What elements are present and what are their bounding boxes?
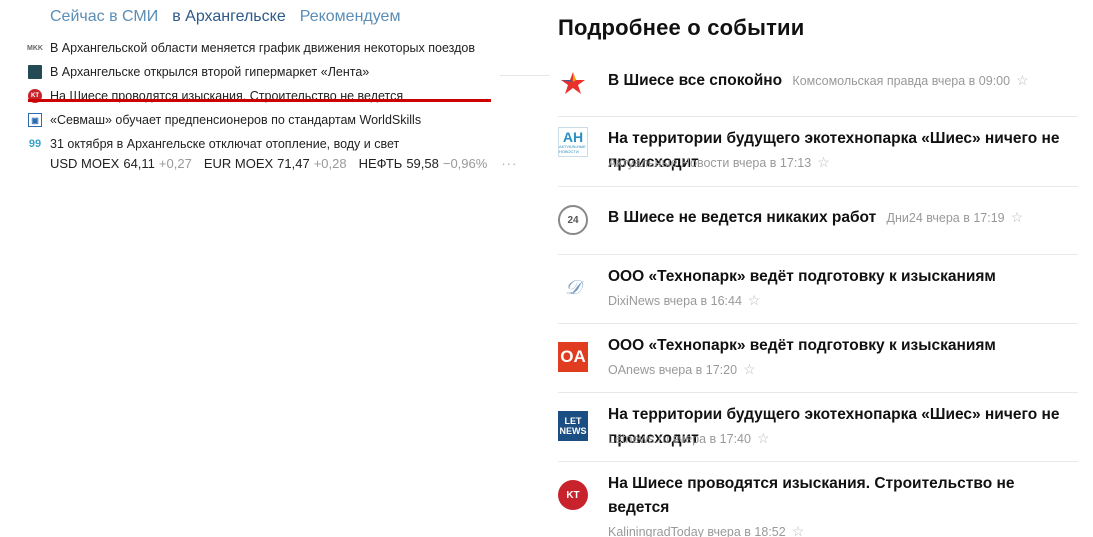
source-logo-icon: MKK [27, 44, 43, 52]
story-headline[interactable]: ООО «Технопарк» ведёт подготовку к изыск… [608, 334, 1078, 358]
star-icon[interactable]: ☆ [1016, 72, 1029, 88]
story-meta: KaliningradToday вчера в 18:52 ☆ [608, 523, 805, 537]
story-item[interactable]: OA ООО «Технопарк» ведёт подготовку к из… [558, 334, 1078, 381]
star-icon[interactable]: ☆ [748, 292, 761, 308]
oanews-logo-icon: OA [558, 342, 588, 372]
divider [558, 186, 1078, 187]
news-item[interactable]: KT На Шиесе проводятся изыскания. Строит… [28, 84, 508, 108]
news-item[interactable]: В Архангельске открылся второй гипермарк… [28, 60, 508, 84]
story-headline[interactable]: В Шиесе не ведется никаких работ Дни24 в… [608, 205, 1078, 230]
news-tabs: Сейчас в СМИ в Архангельске Рекомендуем [50, 8, 400, 26]
more-quotes-button[interactable]: ··· [501, 156, 517, 171]
star-icon[interactable]: ☆ [757, 430, 770, 446]
source-logo-icon [28, 65, 42, 79]
aktualnye-novosti-logo-icon: АН АКТУАЛЬНЫЕ НОВОСТИ [558, 127, 588, 157]
news-item-text: 31 октября в Архангельске отключат отопл… [50, 137, 400, 151]
quote-eur[interactable]: EUR MOEX 71,47 +0,28 [204, 156, 347, 171]
story-meta: OAnews вчера в 17:20 ☆ [608, 361, 756, 377]
news-item[interactable]: 99 31 октября в Архангельске отключат от… [28, 132, 508, 156]
divider [558, 323, 1078, 324]
quotes-bar: USD MOEX 64,11 +0,27 EUR MOEX 71,47 +0,28 НЕ… [50, 156, 517, 171]
divider [558, 254, 1078, 255]
story-headline[interactable]: ООО «Технопарк» ведёт подготовку к изыск… [608, 265, 1078, 289]
divider [558, 392, 1078, 393]
tab-media[interactable]: Сейчас в СМИ [50, 8, 158, 26]
story-meta: Дни24 вчера в 17:19 ☆ [886, 209, 1024, 225]
quote-usd[interactable]: USD MOEX 64,11 +0,27 [50, 156, 192, 171]
quote-oil[interactable]: НЕФТЬ 59,58 −0,96% [359, 156, 488, 171]
star-icon[interactable]: ☆ [743, 361, 756, 377]
letnews-logo-icon: LET NEWS [558, 411, 588, 441]
story-item[interactable]: 24 В Шиесе не ведется никаких работ Дни2… [558, 205, 1078, 235]
story-item[interactable]: KT На Шиесе проводятся изыскания. Строит… [558, 472, 1078, 537]
story-meta-row: Letnews.ru вчера в 17:40 ☆ [608, 430, 770, 446]
panel-title: Подробнее о событии [558, 15, 805, 40]
story-item[interactable]: В Шиесе все спокойно Комсомольская правд… [558, 68, 1078, 98]
source-logo-icon: 99 [28, 138, 42, 150]
news-item-text: В Архангельской области меняется график … [50, 41, 475, 55]
news-item-text: В Архангельске открылся второй гипермарк… [50, 65, 370, 79]
tab-region[interactable]: в Архангельске [172, 8, 286, 26]
tab-recommended[interactable]: Рекомендуем [300, 8, 401, 26]
news-panel: Сейчас в СМИ в Архангельске Рекомендуем … [0, 0, 520, 537]
kp-logo-icon [558, 68, 588, 98]
event-detail-panel: Подробнее о событии В Шиесе все спокойно… [540, 0, 1093, 537]
dni24-logo-icon: 24 [558, 205, 588, 235]
story-meta: Комсомольская правда вчера в 09:00 ☆ [792, 72, 1029, 88]
news-item-text: «Севмаш» обучает предпенсионеров по стан… [50, 113, 422, 127]
story-meta-row: Актуальные Новости вчера в 17:13 ☆ [608, 154, 830, 170]
source-logo-icon: ▣ [28, 113, 42, 127]
news-item[interactable]: MKK В Архангельской области меняется гра… [27, 36, 508, 60]
star-icon[interactable]: ☆ [1011, 209, 1024, 225]
divider [558, 116, 1078, 117]
star-icon[interactable]: ☆ [792, 523, 805, 537]
kaliningradtoday-logo-icon: KT [558, 480, 588, 510]
dixinews-logo-icon: 𝒟 [565, 276, 581, 299]
news-list: MKK В Архангельской области меняется гра… [27, 36, 508, 156]
story-headline[interactable]: В Шиесе все спокойно Комсомольская правд… [608, 68, 1078, 93]
divider [558, 461, 1078, 462]
star-icon[interactable]: ☆ [817, 154, 830, 170]
highlight-underline [28, 99, 491, 102]
story-meta: DixiNews вчера в 16:44 ☆ [608, 292, 761, 308]
story-item[interactable]: 𝒟 ООО «Технопарк» ведёт подготовку к изы… [558, 265, 1078, 312]
news-item[interactable]: ▣ «Севмаш» обучает предпенсионеров по ст… [28, 108, 508, 132]
story-headline[interactable]: На Шиесе проводятся изыскания. Строитель… [608, 472, 1078, 520]
